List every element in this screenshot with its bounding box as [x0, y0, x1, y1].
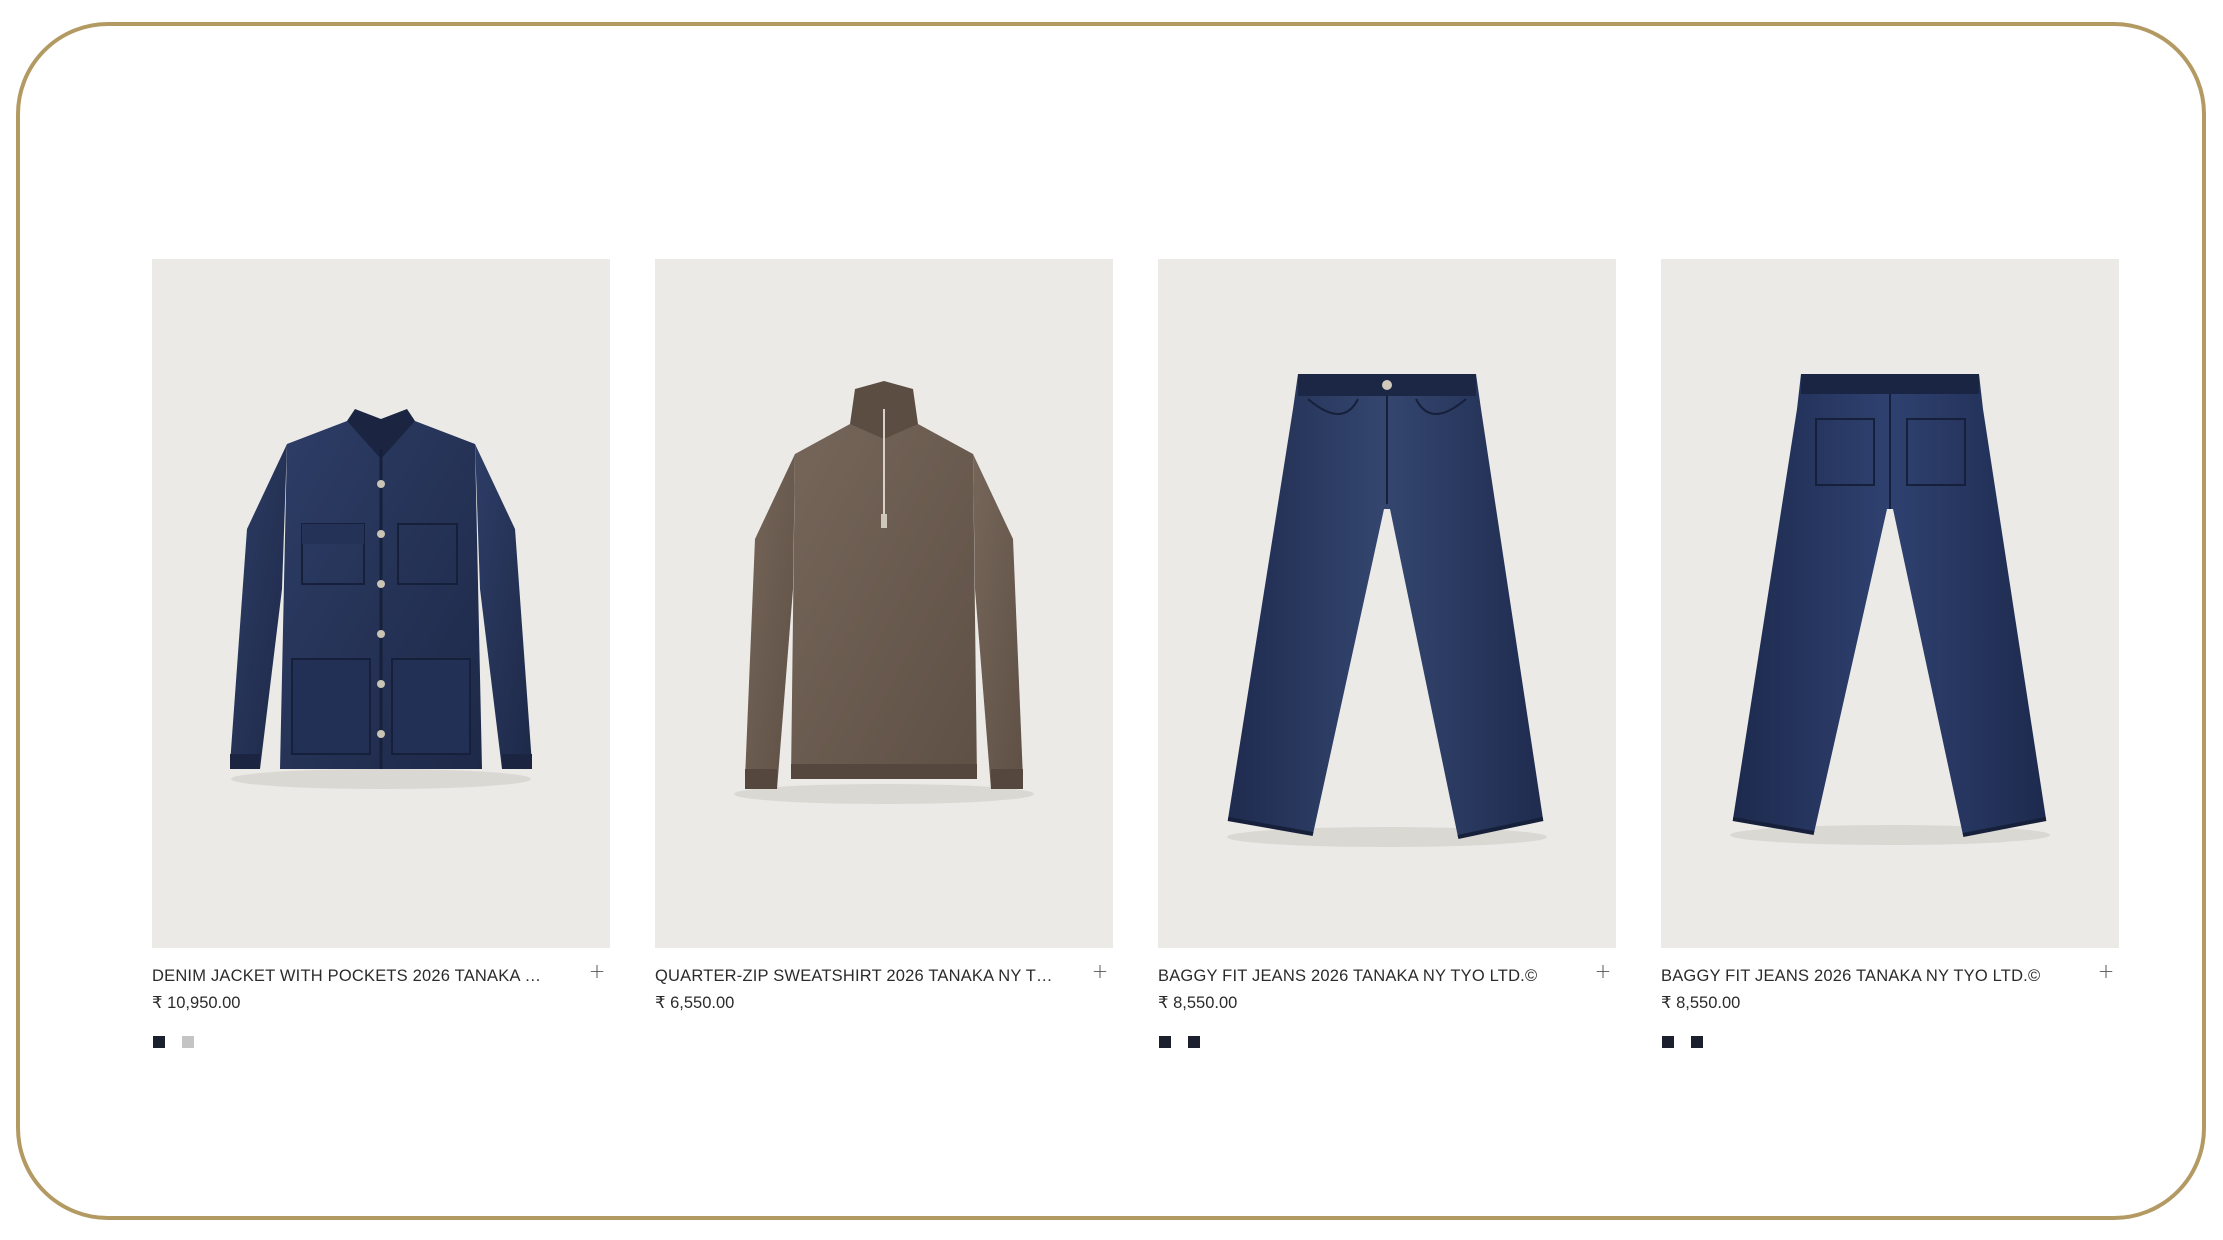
product-info: BAGGY FIT JEANS 2026 TANAKA NY TYO LTD.©…: [1158, 959, 1616, 1056]
product-grid: DENIM JACKET WITH POCKETS 2026 TANAKA NY…: [152, 259, 2119, 1056]
page-frame: DENIM JACKET WITH POCKETS 2026 TANAKA NY…: [16, 22, 2206, 1220]
product-image-baggy-fit-jeans-back[interactable]: [1661, 259, 2119, 948]
jeans-back-illustration: [1730, 374, 2050, 845]
plus-icon[interactable]: +: [1089, 959, 1111, 983]
plus-icon[interactable]: +: [1592, 959, 1614, 983]
product-info: BAGGY FIT JEANS 2026 TANAKA NY TYO LTD.©…: [1661, 959, 2119, 1056]
product-title[interactable]: BAGGY FIT JEANS 2026 TANAKA NY TYO LTD.©: [1158, 966, 1558, 986]
color-swatch-grey[interactable]: [182, 1036, 194, 1048]
product-price: ₹ 8,550.00: [1158, 994, 1238, 1012]
color-swatches: [152, 1036, 610, 1048]
product-info: QUARTER-ZIP SWEATSHIRT 2026 TANAKA NY TY…: [655, 959, 1113, 1056]
product-image-baggy-fit-jeans-front[interactable]: [1158, 259, 1616, 948]
product-title[interactable]: DENIM JACKET WITH POCKETS 2026 TANAKA NY…: [152, 966, 552, 986]
product-price: ₹ 8,550.00: [1661, 994, 1741, 1012]
product-card[interactable]: DENIM JACKET WITH POCKETS 2026 TANAKA NY…: [152, 259, 610, 1056]
color-swatch-dark[interactable]: [1188, 1036, 1200, 1048]
plus-icon[interactable]: +: [586, 959, 608, 983]
product-info: DENIM JACKET WITH POCKETS 2026 TANAKA NY…: [152, 959, 610, 1056]
product-card[interactable]: QUARTER-ZIP SWEATSHIRT 2026 TANAKA NY TY…: [655, 259, 1113, 1056]
product-price: ₹ 10,950.00: [152, 994, 241, 1012]
jeans-front-illustration: [1227, 374, 1547, 847]
color-swatch-dark[interactable]: [153, 1036, 165, 1048]
denim-jacket-illustration: [230, 409, 532, 789]
color-swatches: [1661, 1036, 2119, 1048]
color-swatch-dark[interactable]: [1159, 1036, 1171, 1048]
color-swatches: [1158, 1036, 1616, 1048]
product-card[interactable]: BAGGY FIT JEANS 2026 TANAKA NY TYO LTD.©…: [1661, 259, 2119, 1056]
product-image-denim-jacket[interactable]: [152, 259, 610, 948]
color-swatch-dark[interactable]: [1691, 1036, 1703, 1048]
product-price: ₹ 6,550.00: [655, 994, 735, 1012]
color-swatch-dark[interactable]: [1662, 1036, 1674, 1048]
product-image-quarter-zip-sweatshirt[interactable]: [655, 259, 1113, 948]
product-title[interactable]: QUARTER-ZIP SWEATSHIRT 2026 TANAKA NY TY…: [655, 966, 1055, 986]
product-title[interactable]: BAGGY FIT JEANS 2026 TANAKA NY TYO LTD.©: [1661, 966, 2061, 986]
plus-icon[interactable]: +: [2095, 959, 2117, 983]
product-card[interactable]: BAGGY FIT JEANS 2026 TANAKA NY TYO LTD.©…: [1158, 259, 1616, 1056]
sweatshirt-illustration: [734, 381, 1034, 804]
